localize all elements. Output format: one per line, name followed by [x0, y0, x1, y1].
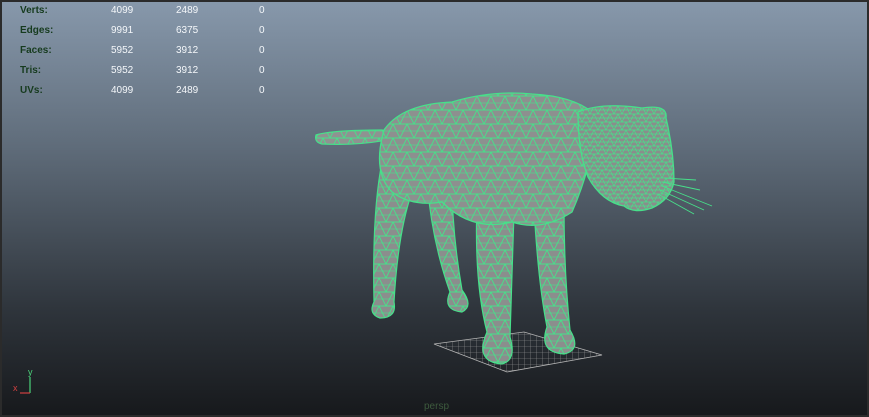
hud-value: 0 — [259, 65, 265, 76]
hud-value: 5952 — [111, 45, 134, 56]
grid-plane-icon — [433, 331, 603, 373]
hud-label: UVs: — [20, 85, 43, 96]
hud-value: 4099 — [111, 5, 134, 16]
hud-label: Edges: — [20, 25, 54, 36]
hud-value: 3912 — [176, 45, 199, 56]
hud-value: 3912 — [176, 65, 199, 76]
camera-name-label: persp — [423, 401, 449, 412]
hud-value: 0 — [259, 25, 265, 36]
hud-value: 6375 — [176, 25, 199, 36]
3d-viewport[interactable]: Verts: 4099 2489 0 Edges: 9991 6375 0 Fa… — [0, 0, 869, 417]
hud-value: 2489 — [176, 85, 199, 96]
hud-value: 5952 — [111, 65, 134, 76]
axis-gizmo-icon: y x — [12, 367, 42, 397]
hud-value: 2489 — [176, 5, 199, 16]
hud-value: 4099 — [111, 85, 134, 96]
hud-value: 9991 — [111, 25, 134, 36]
hud-label: Tris: — [20, 65, 42, 76]
wireframe-mesh[interactable] — [302, 82, 732, 382]
hud-label: Verts: — [20, 5, 48, 16]
hud-value: 0 — [259, 5, 265, 16]
hud-value: 0 — [259, 45, 265, 56]
hud-value: 0 — [259, 85, 265, 96]
hud-label: Faces: — [20, 45, 52, 56]
